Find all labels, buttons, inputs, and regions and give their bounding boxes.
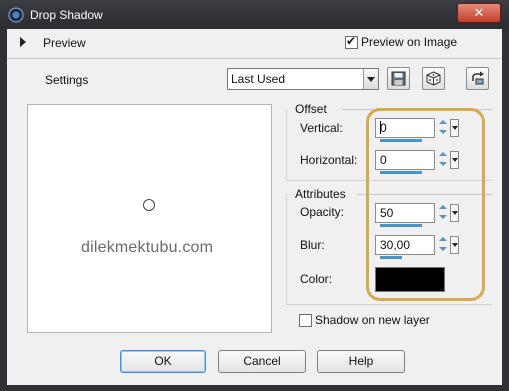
reset-icon xyxy=(472,71,484,85)
opacity-label: Opacity: xyxy=(300,205,345,219)
window-title: Drop Shadow xyxy=(30,8,103,22)
preview-on-image-label[interactable]: Preview on Image xyxy=(361,35,457,49)
divider xyxy=(7,58,502,59)
preview-target-circle[interactable] xyxy=(143,199,155,211)
preview-label[interactable]: Preview xyxy=(43,36,86,50)
dialog-window: Drop Shadow ✕ Preview ✔ Preview on Image… xyxy=(0,0,509,391)
preset-dropdown[interactable]: Last Used xyxy=(227,68,379,90)
shadow-on-new-layer-checkbox[interactable] xyxy=(299,314,312,327)
expand-triangle-icon[interactable] xyxy=(20,37,26,47)
settings-label: Settings xyxy=(45,73,89,87)
help-button[interactable]: Help xyxy=(317,350,405,373)
chevron-down-icon[interactable] xyxy=(363,69,378,89)
randomize-button[interactable] xyxy=(422,67,445,90)
horizontal-label: Horizontal: xyxy=(300,153,358,167)
dialog-body: Preview ✔ Preview on Image Settings Last… xyxy=(7,29,502,385)
watermark-text: dilekmektubu.com xyxy=(81,239,214,256)
preview-on-image-checkbox[interactable]: ✔ xyxy=(345,34,358,49)
close-button[interactable]: ✕ xyxy=(457,3,501,23)
close-icon: ✕ xyxy=(473,5,485,20)
highlight-annotation xyxy=(366,108,485,301)
ok-button[interactable]: OK xyxy=(120,350,206,373)
shadow-on-new-layer-label[interactable]: Shadow on new layer xyxy=(315,313,430,327)
save-preset-icon xyxy=(391,71,406,86)
blur-label: Blur: xyxy=(300,238,325,252)
preview-toggle-row[interactable]: Preview ✔ Preview on Image xyxy=(7,29,502,57)
preset-value: Last Used xyxy=(231,72,286,86)
save-preset-button[interactable] xyxy=(387,67,410,90)
reset-button[interactable] xyxy=(466,67,489,90)
preview-canvas[interactable]: dilekmektubu.com xyxy=(27,104,272,333)
title-bar[interactable]: Drop Shadow ✕ xyxy=(0,0,509,29)
random-dice-icon xyxy=(426,71,441,86)
cancel-button[interactable]: Cancel xyxy=(218,350,306,373)
app-icon xyxy=(8,7,24,23)
vertical-label: Vertical: xyxy=(300,121,343,135)
color-label: Color: xyxy=(300,272,333,286)
checkmark-icon: ✔ xyxy=(346,34,357,48)
